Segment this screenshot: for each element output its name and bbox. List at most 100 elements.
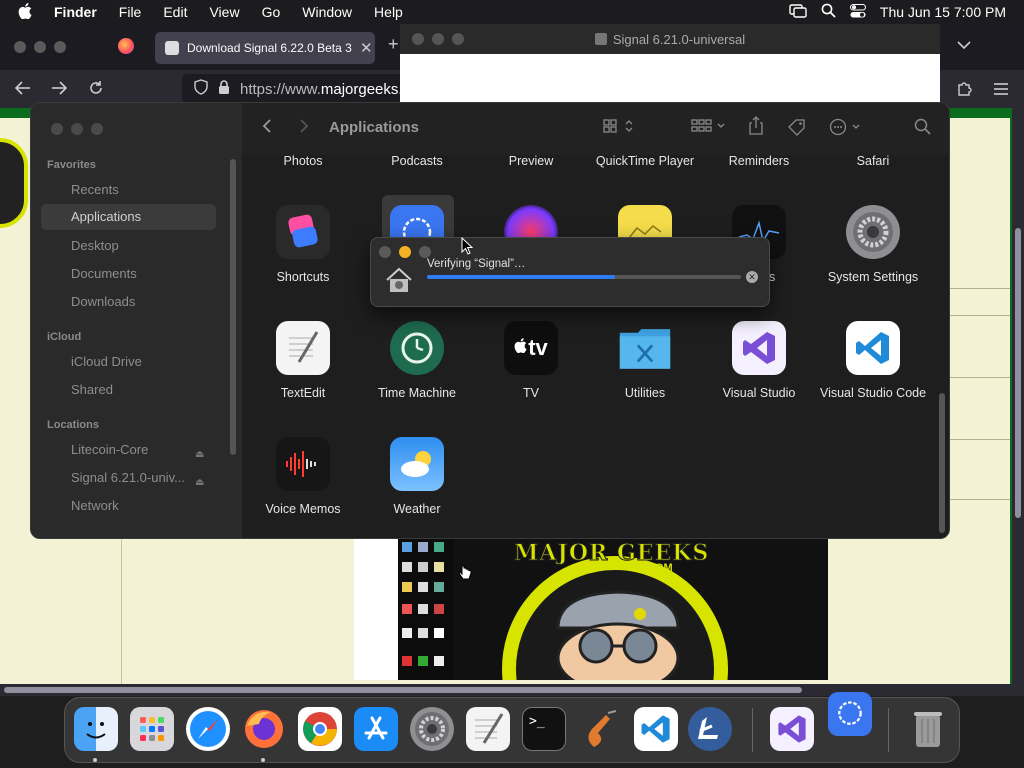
signal-minimize-button[interactable] (432, 33, 444, 45)
sidebar-item-recents[interactable]: Recents (71, 182, 119, 197)
app-tv[interactable]: tv TV (474, 321, 588, 401)
browser-minimize-button[interactable] (34, 41, 46, 53)
signal-close-button[interactable] (412, 33, 424, 45)
sidebar-item-litecoin-core[interactable]: Litecoin-Core (71, 442, 148, 457)
app-visual-studio[interactable]: Visual Studio (702, 321, 816, 401)
forward-chevron-icon[interactable] (299, 118, 309, 139)
dock-vscode-icon[interactable] (634, 707, 678, 751)
sidebar-item-applications[interactable]: Applications (41, 204, 216, 230)
verify-cancel-icon[interactable]: ✕ (746, 271, 758, 283)
browser-tab-active[interactable]: Download Signal 6.22.0 Beta 3 / ✕ (155, 32, 375, 64)
app-menu-icon[interactable] (994, 82, 1008, 100)
dock-visual-studio-icon[interactable] (770, 707, 814, 751)
dock-system-settings-icon[interactable] (410, 707, 454, 751)
menu-edit[interactable]: Edit (152, 4, 198, 20)
action-menu-icon[interactable] (829, 118, 863, 141)
back-chevron-icon[interactable] (262, 118, 272, 139)
spotlight-search-icon[interactable] (821, 3, 836, 21)
verify-minimize-button[interactable] (399, 246, 411, 258)
dock-signal-icon[interactable] (828, 692, 872, 736)
forward-arrow-icon[interactable] (50, 80, 68, 101)
dock-launchpad-icon[interactable] (130, 707, 174, 751)
menu-view[interactable]: View (198, 4, 250, 20)
dock-app-store-icon[interactable] (354, 707, 398, 751)
eject-icon[interactable]: ⏏ (195, 477, 204, 488)
signal-installer-window[interactable]: Signal 6.21.0-universal (400, 24, 940, 104)
app-preview[interactable]: Preview (474, 153, 588, 169)
sidebar-item-network[interactable]: Network (71, 498, 119, 513)
app-reminders[interactable]: Reminders (702, 153, 816, 169)
group-by-icon[interactable] (691, 118, 727, 139)
sidebar-item-signal-volume[interactable]: Signal 6.21.0-univ... (71, 470, 185, 485)
lock-icon[interactable] (218, 79, 230, 99)
menu-go[interactable]: Go (251, 4, 292, 20)
app-weather[interactable]: Weather (360, 437, 474, 517)
menu-window[interactable]: Window (291, 4, 363, 20)
sidebar-item-shared[interactable]: Shared (71, 382, 113, 397)
verify-zoom-button[interactable] (419, 246, 431, 258)
app-shortcuts[interactable]: Shortcuts (246, 205, 360, 285)
dock-chrome-icon[interactable] (298, 707, 342, 751)
sidebar-scrollbar[interactable] (230, 159, 236, 455)
app-safari[interactable]: Safari (816, 153, 930, 169)
app-system-settings[interactable]: System Settings (816, 205, 930, 285)
menu-help[interactable]: Help (363, 4, 414, 20)
share-icon[interactable] (748, 115, 764, 140)
eject-icon[interactable]: ⏏ (195, 449, 204, 460)
app-textedit[interactable]: TextEdit (246, 321, 360, 401)
new-tab-icon[interactable]: + (388, 34, 399, 55)
menubar-clock[interactable]: Thu Jun 15 7:00 PM (880, 4, 1006, 20)
page-vertical-scrollbar[interactable] (1012, 108, 1024, 684)
dock-terminal-icon[interactable]: >_ (522, 707, 566, 751)
search-icon[interactable] (914, 118, 931, 140)
sidebar-item-documents[interactable]: Documents (71, 266, 137, 281)
sidebar-item-downloads[interactable]: Downloads (71, 294, 135, 309)
sidebar-item-icloud-drive[interactable]: iCloud Drive (71, 354, 142, 369)
apple-menu-icon[interactable] (0, 2, 43, 22)
url-field[interactable]: https://www.majorgeeks. (182, 74, 412, 104)
tag-icon[interactable] (787, 118, 807, 141)
menu-file[interactable]: File (108, 4, 153, 20)
extensions-icon[interactable] (956, 80, 972, 101)
finder-minimize-button[interactable] (71, 123, 83, 135)
finder-close-button[interactable] (51, 123, 63, 135)
finder-window[interactable]: Favorites Recents Applications Desktop D… (30, 102, 950, 539)
majorgeeks-logo-image: MAJOR GEEKS .COM (398, 538, 828, 680)
dock-textedit-icon[interactable] (466, 707, 510, 751)
browser-close-button[interactable] (14, 41, 26, 53)
app-podcasts[interactable]: Podcasts (360, 153, 474, 169)
back-arrow-icon[interactable] (14, 80, 32, 101)
app-visual-studio-code[interactable]: Visual Studio Code (816, 321, 930, 401)
sidebar-item-desktop[interactable]: Desktop (71, 238, 119, 253)
signal-window-title: Signal 6.21.0-universal (612, 31, 746, 47)
finder-zoom-button[interactable] (91, 123, 103, 135)
dock-finder-icon[interactable] (74, 707, 118, 762)
tab-close-icon[interactable]: ✕ (360, 39, 373, 57)
majorgeeks-banner-image[interactable]: MAJOR GEEKS .COM (354, 538, 828, 680)
tracking-protection-shield-icon[interactable] (194, 79, 208, 99)
list-all-tabs-icon[interactable] (957, 37, 971, 55)
app-voice-memos[interactable]: Voice Memos (246, 437, 360, 517)
signal-zoom-button[interactable] (452, 33, 464, 45)
app-photos[interactable]: Photos (246, 153, 360, 169)
app-utilities[interactable]: Utilities (588, 321, 702, 401)
apple-glyph-icon (514, 338, 527, 358)
firefox-view-icon[interactable] (118, 38, 134, 54)
finder-content-scrollbar[interactable] (939, 393, 945, 533)
app-quicktime-player[interactable]: QuickTime Player (588, 153, 702, 169)
control-center-icon[interactable] (849, 3, 866, 21)
page-scrollbar-thumb[interactable] (4, 687, 802, 693)
dock-litecoin-icon[interactable] (688, 707, 732, 751)
verify-close-button[interactable] (379, 246, 391, 258)
screen-mirroring-icon[interactable] (789, 3, 807, 21)
dock-trash-icon[interactable] (906, 707, 950, 751)
app-time-machine[interactable]: Time Machine (360, 321, 474, 401)
dock-safari-icon[interactable] (186, 707, 230, 751)
dock-firefox-icon[interactable] (242, 707, 286, 762)
browser-zoom-button[interactable] (54, 41, 66, 53)
dock-garageband-icon[interactable] (578, 707, 622, 751)
view-grid-icon[interactable] (603, 118, 637, 139)
reload-icon[interactable] (88, 80, 104, 101)
menu-finder[interactable]: Finder (43, 4, 108, 20)
verify-message: Verifying “Signal”… (427, 258, 526, 270)
